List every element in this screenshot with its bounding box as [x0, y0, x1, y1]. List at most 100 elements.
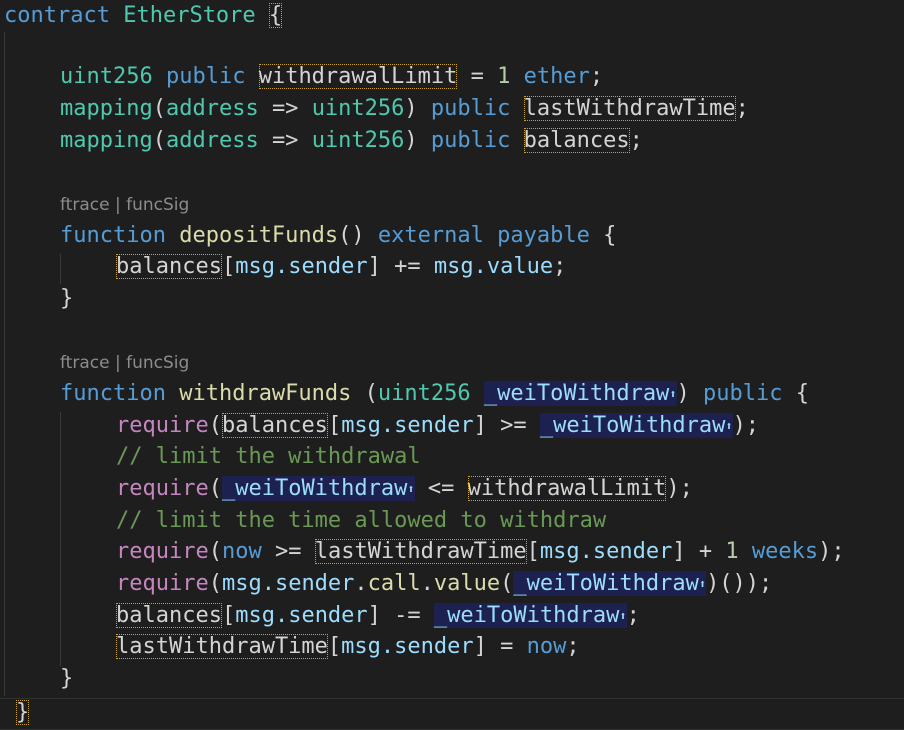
now-keyword: now: [526, 634, 567, 659]
operator: <=: [427, 476, 455, 501]
modifier: public: [703, 381, 783, 406]
semicolon: ;: [626, 603, 640, 628]
method-value: value: [433, 571, 501, 596]
parameter: _weiToWithdraw⬆: [221, 476, 415, 501]
code-line[interactable]: }: [16, 697, 876, 729]
unit: weeks: [751, 539, 819, 564]
paren: ): [676, 381, 690, 406]
bracket: [: [221, 254, 236, 279]
operator: +=: [394, 254, 421, 279]
operator: -=: [394, 603, 421, 628]
identifier: lastWithdrawTime: [116, 634, 328, 659]
parameter: _weiToWithdraw⬆: [539, 413, 733, 438]
arrow-up-icon: ⬆: [619, 609, 627, 623]
identifier: lastWithdrawTime: [314, 539, 527, 564]
type: uint256: [311, 128, 405, 153]
paren: (): [338, 223, 365, 248]
keyword: contract: [4, 3, 110, 28]
operator: =>: [271, 128, 299, 153]
comment: // limit the time allowed to withdraw: [116, 508, 607, 533]
code-lens[interactable]: ftrace | funcSig: [60, 351, 189, 375]
paren: (: [208, 413, 222, 438]
type: address: [165, 96, 259, 121]
bracket: ]: [367, 603, 381, 628]
identifier: balances: [523, 128, 630, 153]
code-line[interactable]: balances[msg.sender] -= _weiToWithdraw⬆;: [116, 600, 904, 632]
semicolon: ;: [553, 254, 567, 279]
modifier: payable: [497, 223, 590, 248]
msg-sender: msg.sender: [221, 571, 355, 596]
operator: >=: [274, 539, 302, 564]
msg-sender: msg.sender: [341, 413, 474, 438]
identifier: balances: [116, 603, 222, 628]
require-keyword: require: [116, 539, 209, 564]
paren: ): [404, 96, 418, 121]
arrow-up-icon: ⬆: [669, 387, 677, 401]
mapping-keyword: mapping: [60, 128, 153, 153]
code-line[interactable]: require(balances[msg.sender] >= _weiToWi…: [116, 410, 904, 442]
brace: {: [603, 223, 617, 248]
arrow-up-icon: ⬆: [725, 419, 733, 433]
msg-sender: msg.sender: [235, 603, 368, 628]
identifier: balances: [116, 254, 222, 279]
semicolon: ;: [735, 96, 749, 121]
code-line[interactable]: lastWithdrawTime[msg.sender] = now;: [116, 631, 904, 663]
punctuation: )());: [706, 571, 773, 596]
code-line[interactable]: // limit the withdrawal: [116, 441, 904, 473]
bracket: [: [221, 603, 236, 628]
paren: (: [500, 571, 514, 596]
function-name: withdrawFunds: [179, 381, 352, 406]
code-line[interactable]: require(msg.sender.call.value(_weiToWith…: [116, 568, 904, 600]
brace: }: [60, 666, 74, 691]
operator: =>: [271, 96, 299, 121]
number: 1: [497, 64, 511, 89]
identifier: lastWithdrawTime: [523, 96, 736, 121]
code-line[interactable]: mapping(address => uint256) public lastW…: [60, 93, 904, 125]
bracket: [: [327, 634, 342, 659]
brace: {: [795, 381, 810, 406]
code-line[interactable]: contract EtherStore {: [0, 0, 904, 32]
operator: >=: [500, 413, 527, 438]
arrow-up-icon: ⬆: [407, 482, 415, 496]
type: uint256: [377, 381, 471, 406]
bracket: ]: [473, 413, 487, 438]
indent-guide: [60, 254, 61, 284]
code-line[interactable]: mapping(address => uint256) public balan…: [60, 125, 904, 157]
modifier: external: [377, 223, 484, 248]
semicolon: ;: [589, 64, 604, 89]
unit: ether: [523, 64, 590, 89]
code-line[interactable]: require(_weiToWithdraw⬆ <= withdrawalLim…: [116, 473, 904, 505]
indent-guide: [4, 32, 5, 696]
code-line[interactable]: // limit the time allowed to withdraw: [116, 505, 904, 537]
operator: +: [698, 539, 713, 564]
bracket: [: [327, 413, 342, 438]
paren: (: [152, 96, 166, 121]
punctuation: );: [818, 539, 845, 564]
code-line[interactable]: function withdrawFunds (uint256 _weiToWi…: [60, 378, 904, 410]
bracket: ]: [473, 634, 487, 659]
bracket: ]: [672, 539, 686, 564]
brace: {: [268, 3, 283, 28]
type: uint256: [60, 64, 153, 89]
brace: }: [16, 700, 30, 725]
paren: (: [208, 571, 222, 596]
paren: (: [208, 476, 222, 501]
dot: .: [420, 571, 434, 596]
require-keyword: require: [116, 571, 209, 596]
punctuation: );: [666, 476, 693, 501]
function-name: depositFunds: [179, 223, 339, 248]
type: uint256: [311, 96, 405, 121]
code-line[interactable]: uint256 public withdrawalLimit = 1 ether…: [60, 61, 904, 93]
number: 1: [725, 539, 739, 564]
code-line[interactable]: require(now >= lastWithdrawTime[msg.send…: [116, 536, 904, 568]
code-line[interactable]: balances[msg.sender] += msg.value;: [116, 251, 904, 283]
parameter: _weiToWithdraw⬆: [433, 603, 627, 628]
code-line[interactable]: }: [60, 283, 904, 315]
code-line[interactable]: function depositFunds() external payable…: [60, 220, 904, 252]
code-line[interactable]: }: [60, 663, 904, 695]
keyword: function: [60, 223, 166, 248]
msg-sender: msg.sender: [235, 254, 368, 279]
code-lens[interactable]: ftrace | funcSig: [60, 193, 189, 217]
dot: .: [354, 571, 368, 596]
parameter: _weiToWithdraw⬆: [513, 571, 707, 596]
